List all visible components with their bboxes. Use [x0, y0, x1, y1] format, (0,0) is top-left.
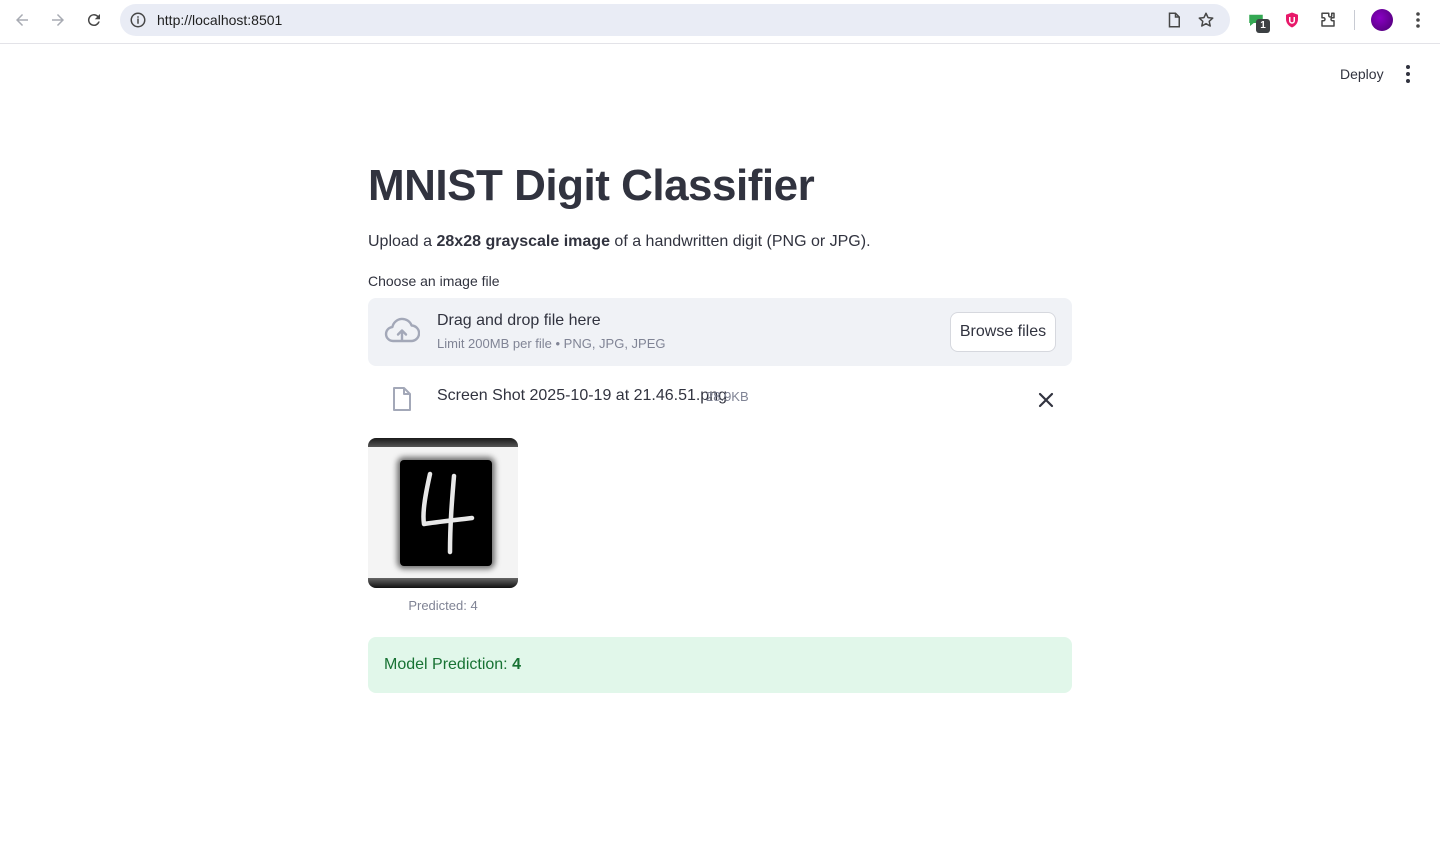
puzzle-extensions-icon[interactable]: [1318, 10, 1338, 30]
page-title: MNIST Digit Classifier: [368, 161, 815, 210]
close-icon[interactable]: [1034, 388, 1058, 412]
image-bottom-strip: [368, 578, 518, 588]
site-info-icon[interactable]: [129, 11, 147, 29]
dropzone-limit-text: Limit 200MB per file • PNG, JPG, JPEG: [437, 336, 666, 351]
browser-menu-icon[interactable]: [1408, 10, 1428, 30]
uploaded-file-name: Screen Shot 2025-10-19 at 21.46.51.png: [437, 387, 727, 404]
page-icon[interactable]: [1165, 11, 1183, 29]
uploaded-file-row: Screen Shot 2025-10-19 at 21.46.51.png 2…: [368, 378, 1072, 418]
shield-extension-icon[interactable]: [1282, 10, 1302, 30]
prediction-prefix: Model Prediction:: [384, 656, 513, 673]
intro-text: Upload a 28x28 grayscale image of a hand…: [368, 231, 871, 253]
profile-avatar[interactable]: [1371, 9, 1393, 31]
intro-prefix: Upload a: [368, 233, 437, 250]
toolbar-divider: [1354, 10, 1355, 30]
bookmark-star-icon[interactable]: [1197, 11, 1215, 29]
uploader-label: Choose an image file: [368, 273, 500, 289]
handwritten-digit-graphic: [421, 471, 475, 555]
reload-icon: [87, 14, 100, 27]
prediction-value: 4: [512, 656, 521, 673]
prediction-text: Model Prediction: 4: [384, 655, 521, 675]
arrow-right-icon: [52, 14, 64, 26]
uploaded-digit-image: [368, 438, 518, 588]
forward-button[interactable]: [44, 6, 72, 34]
deploy-button[interactable]: Deploy: [1330, 62, 1394, 86]
uploaded-file-size: 28.9KB: [706, 389, 749, 404]
back-button[interactable]: [8, 6, 36, 34]
file-icon: [393, 387, 411, 411]
image-top-strip: [368, 438, 518, 447]
image-caption: Predicted: 4: [408, 598, 478, 613]
app-menu-icon[interactable]: [1398, 63, 1418, 85]
digit-canvas: [400, 460, 492, 566]
extension-count-badge: 1: [1256, 19, 1270, 33]
dropzone-title: Drag and drop file here: [437, 312, 601, 329]
url-text[interactable]: http://localhost:8501: [157, 11, 282, 29]
arrow-left-icon: [16, 14, 28, 26]
file-dropzone[interactable]: Drag and drop file here Limit 200MB per …: [368, 298, 1072, 366]
prediction-alert: Model Prediction: 4: [368, 637, 1072, 693]
browser-toolbar: http://localhost:8501 1: [0, 0, 1440, 44]
intro-suffix: of a handwritten digit (PNG or JPG).: [609, 233, 871, 250]
intro-emphasis: 28x28 grayscale image: [436, 233, 610, 250]
cloud-upload-icon: [384, 317, 420, 343]
address-bar[interactable]: http://localhost:8501: [120, 4, 1230, 36]
reload-button[interactable]: [80, 6, 108, 34]
browse-files-button[interactable]: Browse files: [950, 312, 1056, 352]
